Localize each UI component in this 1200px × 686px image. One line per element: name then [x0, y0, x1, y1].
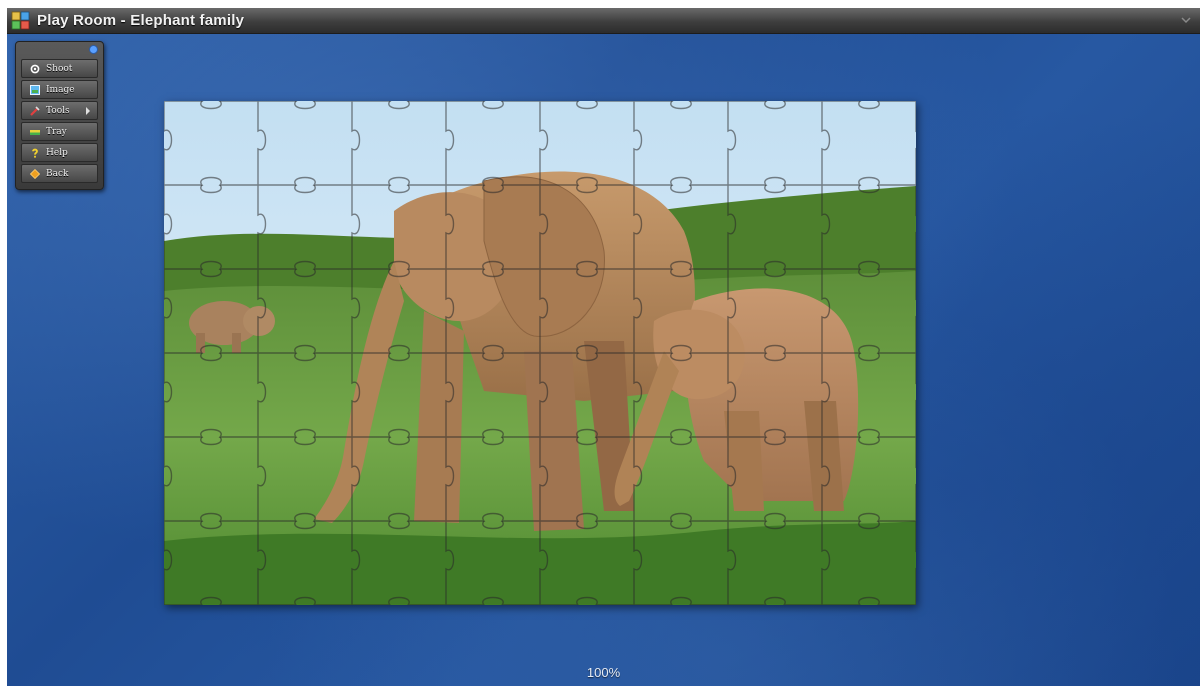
submenu-arrow-icon: [86, 107, 90, 115]
puzzle-board[interactable]: [164, 101, 916, 605]
play-area[interactable]: Shoot Image Tools Tray Help Back 100%: [7, 34, 1200, 686]
panel-pin-icon[interactable]: [89, 45, 98, 54]
zoom-level: 100%: [586, 665, 621, 680]
tool-panel: Shoot Image Tools Tray Help Back: [15, 41, 104, 190]
help-label: Help: [46, 147, 68, 158]
shoot-icon: [30, 64, 40, 73]
tools-button[interactable]: Tools: [21, 101, 98, 120]
tools-icon: [30, 105, 40, 116]
window-menu-chevron-icon[interactable]: [1180, 14, 1192, 26]
tools-label: Tools: [46, 105, 70, 116]
back-label: Back: [46, 168, 69, 179]
tray-icon: [30, 129, 40, 135]
shoot-button[interactable]: Shoot: [21, 59, 98, 78]
shoot-label: Shoot: [46, 63, 73, 74]
window-title: Play Room - Elephant family: [37, 12, 245, 29]
puzzle-piece-grid: [164, 101, 916, 605]
back-icon: [30, 168, 40, 179]
help-button[interactable]: Help: [21, 143, 98, 162]
title-bar: Play Room - Elephant family: [7, 8, 1200, 34]
image-label: Image: [46, 84, 75, 95]
tray-label: Tray: [46, 126, 67, 137]
tray-button[interactable]: Tray: [21, 122, 98, 141]
image-icon: [30, 84, 40, 95]
image-button[interactable]: Image: [21, 80, 98, 99]
back-button[interactable]: Back: [21, 164, 98, 183]
help-icon: [32, 148, 38, 158]
app-logo-icon: [11, 11, 30, 30]
